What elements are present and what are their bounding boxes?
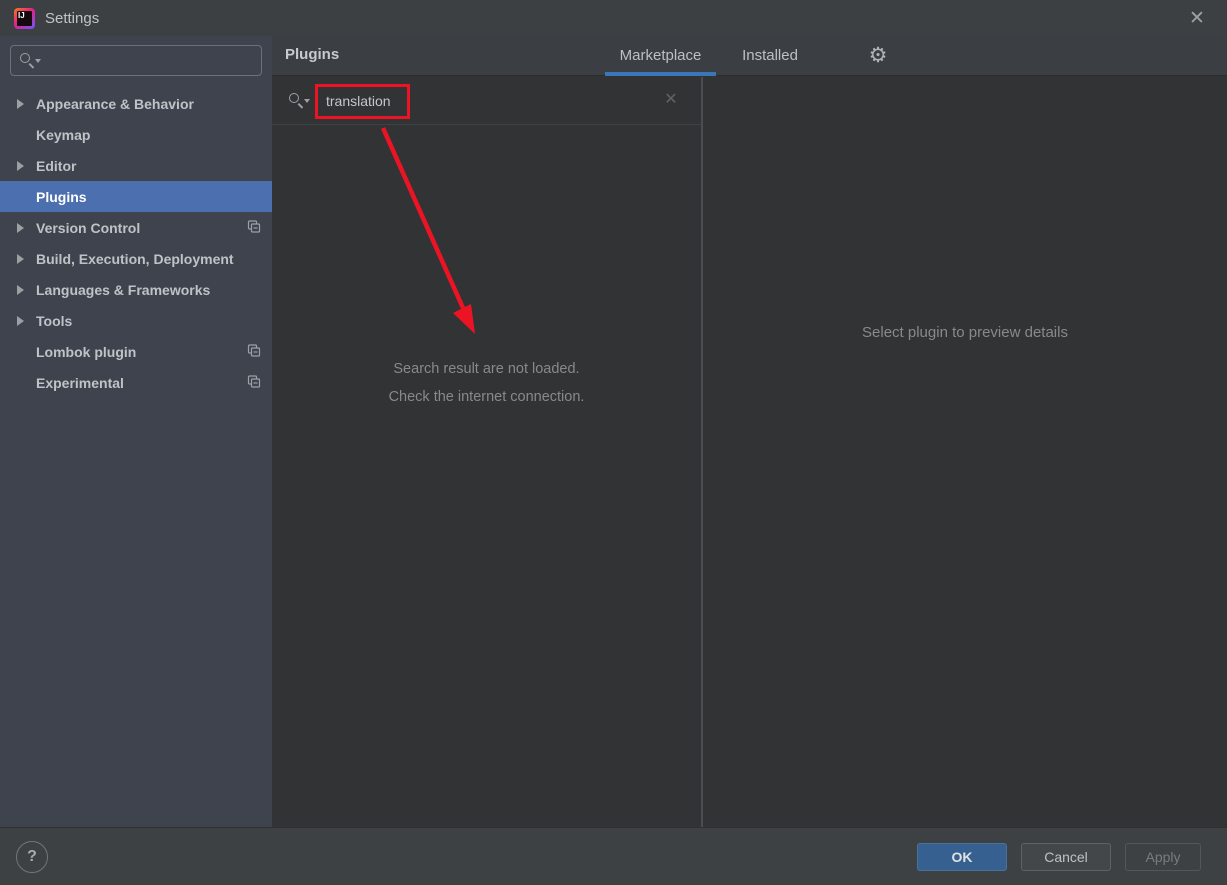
intellij-logo-icon: IJ [14,8,35,29]
detail-placeholder-text: Select plugin to preview details [703,324,1227,341]
clear-search-icon[interactable]: ✕ [661,90,681,110]
plugins-panel: Plugins Marketplace Installed ⚙ ✕ Search… [272,36,1227,827]
sidebar-item-plugins[interactable]: Plugins [0,181,272,212]
help-button[interactable]: ? [16,841,48,873]
sidebar-item-experimental[interactable]: Experimental [0,367,272,398]
chevron-right-icon[interactable] [17,254,24,264]
plugin-search-row: ✕ [272,77,701,125]
sidebar-item-tools[interactable]: Tools [0,305,272,336]
titlebar: IJ Settings ✕ [0,0,1227,36]
page-title: Plugins [285,46,339,63]
sidebar-search-input[interactable] [41,53,253,69]
window-title: Settings [45,10,99,27]
error-line-2: Check the internet connection. [272,383,701,411]
sidebar-item-languages-frameworks[interactable]: Languages & Frameworks [0,274,272,305]
sidebar-search-box[interactable] [10,45,262,76]
plugin-detail-panel: Select plugin to preview details [703,77,1227,827]
chevron-right-icon[interactable] [17,161,24,171]
settings-sidebar: Appearance & Behavior Keymap Editor Plug… [0,36,272,827]
project-settings-icon [247,374,261,391]
search-icon [19,52,41,70]
plugin-search-input[interactable] [322,91,622,111]
dialog-footer: ? OK Cancel Apply [0,827,1227,885]
settings-tree: Appearance & Behavior Keymap Editor Plug… [0,88,272,398]
tab-installed[interactable]: Installed [732,36,808,76]
tab-marketplace[interactable]: Marketplace [605,36,716,76]
settings-dialog: IJ Settings ✕ Appearance & Behavior Keym… [0,0,1227,885]
close-icon[interactable]: ✕ [1185,7,1209,31]
chevron-right-icon[interactable] [17,223,24,233]
chevron-right-icon[interactable] [17,285,24,295]
apply-button[interactable]: Apply [1125,843,1201,871]
gear-icon[interactable]: ⚙ [864,42,892,70]
plugin-list-panel: ✕ Search result are not loaded. Check th… [272,77,703,827]
cancel-button[interactable]: Cancel [1021,843,1111,871]
project-settings-icon [247,343,261,360]
sidebar-item-appearance-behavior[interactable]: Appearance & Behavior [0,88,272,119]
search-icon[interactable] [288,92,310,110]
sidebar-item-editor[interactable]: Editor [0,150,272,181]
footer-buttons: OK Cancel Apply [917,843,1201,871]
ok-button[interactable]: OK [917,843,1007,871]
sidebar-item-keymap[interactable]: Keymap [0,119,272,150]
sidebar-item-version-control[interactable]: Version Control [0,212,272,243]
sidebar-item-lombok-plugin[interactable]: Lombok plugin [0,336,272,367]
plugins-content: ✕ Search result are not loaded. Check th… [272,77,1227,827]
error-line-1: Search result are not loaded. [272,355,701,383]
chevron-right-icon[interactable] [17,316,24,326]
plugins-header: Plugins Marketplace Installed ⚙ [272,36,1227,76]
sidebar-item-build-execution-deployment[interactable]: Build, Execution, Deployment [0,243,272,274]
chevron-right-icon[interactable] [17,99,24,109]
search-error-message: Search result are not loaded. Check the … [272,355,701,411]
project-settings-icon [247,219,261,236]
